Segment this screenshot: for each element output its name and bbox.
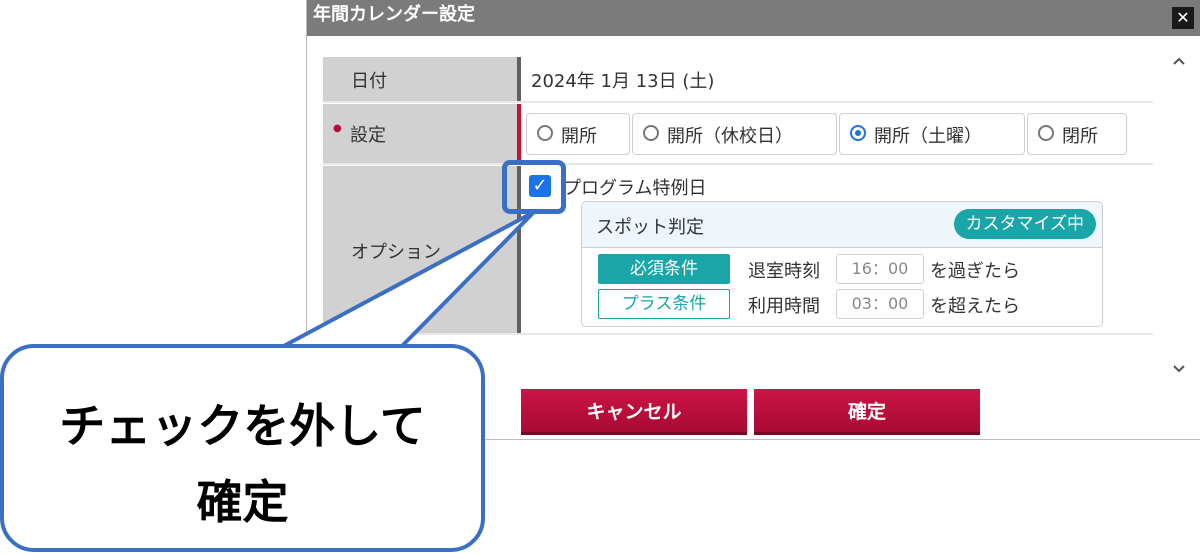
spot-header: スポット判定 カスタマイズ中: [582, 202, 1102, 248]
radio-circle: [643, 125, 659, 141]
checkbox-highlight-frame: [502, 160, 566, 214]
chevron-up-icon[interactable]: [1172, 56, 1186, 66]
exit-time-label: 退室時刻: [748, 261, 820, 282]
usage-time-input[interactable]: 03：00: [836, 289, 924, 319]
callout-line1: チェックを外して: [59, 399, 426, 453]
date-divider: [517, 57, 521, 101]
required-mark: ●: [333, 123, 342, 134]
radio-label: 閉所: [1062, 126, 1098, 147]
radio-circle: [537, 125, 553, 141]
exit-time-input[interactable]: 16：00: [836, 254, 924, 284]
close-icon[interactable]: ✕: [1172, 7, 1194, 29]
radio-open-school-holiday[interactable]: 開所（休校日）: [632, 113, 837, 155]
program-special-day-label: プログラム特例日: [563, 178, 707, 199]
radio-label: 開所（休校日）: [667, 126, 793, 147]
plus-condition-tag: プラス条件: [598, 289, 730, 319]
setting-label: 設定: [350, 125, 386, 146]
customizing-badge: カスタマイズ中: [953, 209, 1096, 239]
usage-time-suffix: を超えたら: [930, 296, 1020, 317]
radio-label: 開所: [561, 126, 597, 147]
dialog-titlebar: 年間カレンダー設定 ✕: [307, 0, 1200, 36]
radio-open[interactable]: 開所: [526, 113, 630, 155]
cancel-button[interactable]: キャンセル: [521, 389, 747, 435]
row-divider: [323, 333, 1153, 335]
option-label: オプション: [351, 242, 441, 263]
exit-time-suffix: を過ぎたら: [930, 261, 1020, 282]
spot-judgement-panel: スポット判定 カスタマイズ中 必須条件 退室時刻 16：00 を過ぎたら プラス…: [581, 201, 1103, 327]
usage-time-label: 利用時間: [748, 296, 820, 317]
callout-seam: [284, 348, 398, 354]
radio-label: 開所（土曜）: [874, 126, 982, 147]
date-label-cell: 日付: [323, 57, 517, 101]
row-divider: [323, 101, 1153, 103]
chevron-down-icon[interactable]: [1172, 364, 1186, 374]
date-label: 日付: [351, 71, 387, 92]
callout-bubble: チェックを外して 確定: [0, 344, 485, 552]
dialog-title: 年間カレンダー設定: [313, 4, 475, 25]
spot-title: スポット判定: [596, 217, 704, 238]
callout-line2: 確定: [196, 475, 289, 529]
setting-label-cell: ● 設定: [323, 104, 517, 163]
radio-circle-selected: [850, 125, 866, 141]
option-label-cell: オプション: [323, 166, 517, 333]
row-divider: [323, 163, 1153, 165]
setting-divider: [517, 104, 521, 163]
date-value: 2024年 1月 13日 (土): [531, 71, 715, 92]
confirm-button[interactable]: 確定: [754, 389, 980, 435]
radio-closed[interactable]: 閉所: [1027, 113, 1127, 155]
radio-open-saturday[interactable]: 開所（土曜）: [839, 113, 1025, 155]
required-condition-tag: 必須条件: [598, 254, 730, 284]
radio-circle: [1038, 125, 1054, 141]
